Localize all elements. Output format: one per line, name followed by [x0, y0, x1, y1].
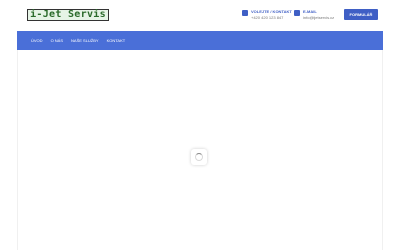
logo-text: i-Jet Servis [30, 9, 106, 20]
phone-value[interactable]: +420 420 123 847 [251, 15, 292, 21]
nav-item-o-nas[interactable]: O NÁS [51, 38, 63, 43]
top-header: i-Jet Servis VOLEJTE / KONTAKT +420 420 … [0, 0, 400, 31]
main-nav: ÚVOD O NÁS NAŠE SLUŽBY KONTAKT [17, 31, 383, 50]
email-value[interactable]: info@ijetservis.cz [303, 15, 334, 21]
nav-item-kontakt[interactable]: KONTAKT [107, 38, 126, 43]
contact-email[interactable]: E-MAIL info@ijetservis.cz [294, 9, 334, 21]
site-logo[interactable]: i-Jet Servis [27, 9, 109, 21]
contact-phone[interactable]: VOLEJTE / KONTAKT +420 420 123 847 [242, 9, 292, 21]
phone-icon [242, 10, 248, 16]
nav-item-uvod[interactable]: ÚVOD [31, 38, 43, 43]
nav-item-sluzby[interactable]: NAŠE SLUŽBY [71, 38, 99, 43]
form-button[interactable]: FORMULÁŘ [344, 9, 378, 20]
loading-spinner-icon [195, 153, 203, 161]
loading-indicator [191, 149, 207, 165]
mail-icon [294, 10, 300, 16]
